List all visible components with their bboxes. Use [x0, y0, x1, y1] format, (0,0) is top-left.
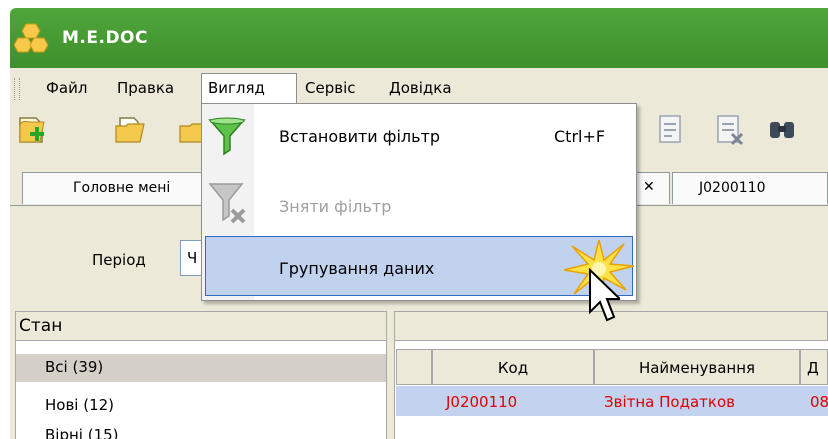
app-window: M.E.DOC Файл Правка Вигляд Сервіс Довідк… [0, 0, 828, 439]
new-document-icon[interactable] [14, 112, 50, 148]
remove-filter-icon [208, 183, 246, 224]
delete-document-icon[interactable] [712, 112, 748, 148]
row-code: J0200110 [446, 393, 518, 411]
row-date: 08 [810, 393, 828, 411]
menu-item-remove-filter[interactable]: Зняти фільтр [279, 197, 391, 216]
app-title: M.E.DOC [62, 28, 148, 48]
grid-header-code[interactable]: Код [432, 349, 594, 385]
menu-grip [14, 78, 20, 100]
state-item-all[interactable]: Всі (39) [45, 358, 103, 376]
set-filter-shortcut: Ctrl+F [554, 127, 606, 146]
state-item-new[interactable]: Нові (12) [45, 396, 114, 414]
menu-service[interactable]: Сервіс [305, 79, 355, 97]
state-panel-header: Стан [15, 311, 387, 341]
menu-file[interactable]: Файл [46, 79, 87, 97]
open-folder-icon[interactable] [112, 112, 148, 148]
row-name: Звітна Податков [604, 393, 735, 411]
period-label: Період [92, 251, 146, 269]
tab-document[interactable]: J0200110 [672, 172, 828, 204]
menu-help[interactable]: Довідка [389, 79, 452, 97]
state-item-valid[interactable]: Вірні (15) [45, 426, 119, 439]
menu-item-set-filter[interactable]: Встановити фільтр [279, 127, 440, 146]
menu-item-group-data[interactable]: Групування даних [279, 259, 434, 278]
filter-icon [208, 117, 246, 156]
grid-header-name[interactable]: Найменування [594, 349, 800, 385]
menu-view[interactable]: Вигляд [208, 79, 265, 97]
document-list-icon[interactable] [652, 112, 688, 148]
grid-header-date[interactable]: Д [800, 349, 828, 385]
menu-edit[interactable]: Правка [117, 79, 174, 97]
tab-main-menu[interactable]: Головне мені [22, 172, 210, 204]
binoculars-icon[interactable] [766, 112, 802, 148]
app-logo-icon [14, 23, 49, 53]
grid-header-indicator [396, 349, 432, 385]
mouse-cursor-icon [589, 268, 620, 322]
